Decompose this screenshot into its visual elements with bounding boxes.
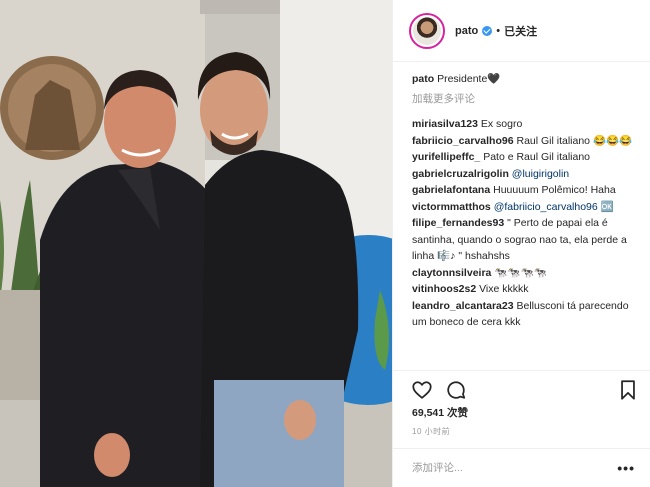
comments-list: pato Presidente🖤 加载更多评论 miriasilva123 Ex…	[412, 68, 644, 331]
follow-button[interactable]: 已关注	[504, 23, 537, 39]
more-options-icon[interactable]: •••	[617, 460, 635, 476]
avatar-image	[413, 16, 441, 45]
comment-username[interactable]: victormmatthos	[412, 201, 491, 213]
bookmark-icon[interactable]	[617, 379, 639, 401]
comment-item: leandro_alcantara23 Bellusconi tá parece…	[412, 298, 644, 331]
action-buttons-row	[411, 379, 637, 401]
comment-username[interactable]: gabrielcruzalrigolin	[412, 168, 509, 180]
heart-icon[interactable]	[411, 379, 433, 401]
likes-count[interactable]: 69,541 次赞	[412, 405, 468, 420]
comment-text: Ex sogro	[480, 118, 523, 130]
comment-item: vitinhoos2s2 Vixe kkkkk	[412, 281, 644, 298]
add-comment-bar: •••	[393, 448, 650, 487]
comment-mention-link[interactable]: @fabriicio_carvalho96	[494, 201, 598, 213]
add-comment-input[interactable]	[412, 462, 618, 474]
author-avatar[interactable]	[409, 12, 445, 49]
comment-text: Huuuuum Polêmico! Haha	[493, 184, 616, 196]
comment-item: miriasilva123 Ex sogro	[412, 116, 644, 133]
post-actions: 69,541 次赞 10 小时前	[393, 370, 650, 448]
verified-badge-icon	[482, 25, 493, 36]
post-photo[interactable]	[0, 0, 392, 487]
load-more-comments-link[interactable]: 加载更多评论	[412, 92, 644, 106]
author-username[interactable]: pato	[455, 25, 478, 37]
comment-username[interactable]: filipe_fernandes93	[412, 217, 504, 229]
comment-mention-link[interactable]: @luigirigolin	[512, 168, 569, 180]
photo-illustration	[0, 0, 392, 487]
comment-username[interactable]: claytonnsilveira	[412, 267, 491, 279]
comment-item: gabrielcruzalrigolin @luigirigolin	[412, 166, 644, 183]
post-caption: pato Presidente🖤	[412, 71, 644, 87]
comment-bubble-icon[interactable]	[445, 379, 467, 401]
caption-username[interactable]: pato	[412, 73, 434, 85]
comment-username[interactable]: leandro_alcantara23	[412, 300, 514, 312]
comment-username[interactable]: gabrielafontana	[412, 184, 490, 196]
header-separator: •	[496, 24, 501, 37]
caption-text: Presidente🖤	[437, 73, 501, 85]
comment-text: 🐄🐄🐄🐄	[494, 266, 547, 279]
comment-text: 🆗	[597, 200, 614, 213]
comment-item: yurifellipeffc_ Pato e Raul Gil italiano	[412, 149, 644, 166]
comment-text: Vixe kkkkk	[479, 283, 529, 295]
comment-item: filipe_fernandes93 " Perto de papai ela …	[412, 215, 644, 265]
comment-text: Pato e Raul Gil italiano	[483, 151, 591, 163]
comment-username[interactable]: vitinhoos2s2	[412, 283, 476, 295]
comment-item: victormmatthos @fabriicio_carvalho96 🆗	[412, 199, 644, 216]
comment-item: fabriicio_carvalho96 Raul Gil italiano 😂…	[412, 133, 644, 150]
post-side-panel: pato • 已关注 pato Presidente🖤 加载更多评论 miria…	[392, 0, 650, 487]
comment-username[interactable]: fabriicio_carvalho96	[412, 135, 514, 147]
comment-item: gabrielafontana Huuuuum Polêmico! Haha	[412, 182, 644, 199]
post-header: pato • 已关注	[393, 0, 650, 62]
comment-username[interactable]: miriasilva123	[412, 118, 478, 130]
comment-text: Raul Gil italiano 😂😂😂	[516, 134, 633, 147]
comment-username[interactable]: yurifellipeffc_	[412, 151, 480, 163]
post-timestamp: 10 小时前	[412, 427, 451, 436]
comment-item: claytonnsilveira 🐄🐄🐄🐄	[412, 265, 644, 282]
